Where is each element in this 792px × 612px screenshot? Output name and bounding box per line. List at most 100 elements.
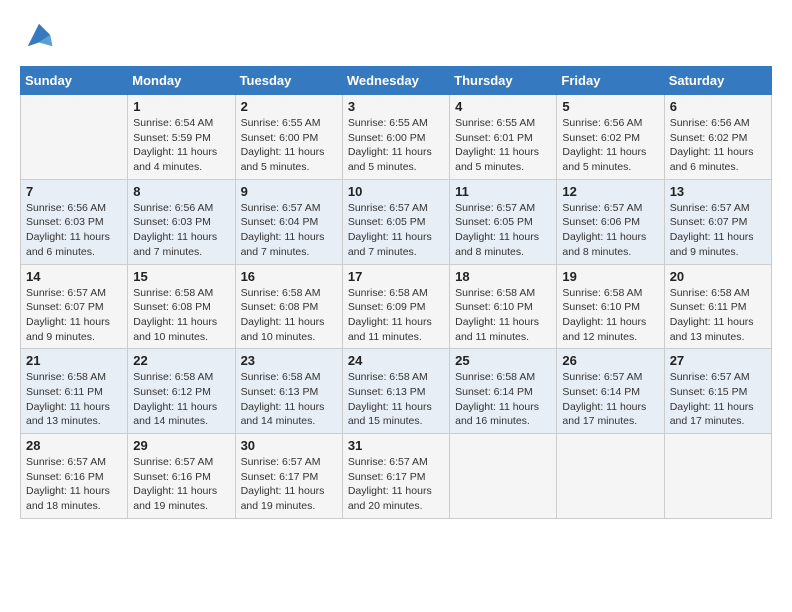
calendar-cell: 13Sunrise: 6:57 AM Sunset: 6:07 PM Dayli… (664, 179, 771, 264)
calendar-cell: 17 Sunrise: 6:58 AM Sunset: 6:09 PM Dayli… (342, 264, 449, 349)
day-number: 29 (133, 438, 229, 453)
calendar-week-row: 21 Sunrise: 6:58 AM Sunset: 6:11 PM Dayli… (21, 349, 772, 434)
calendar-week-row: 14 Sunrise: 6:57 AM Sunset: 6:07 PM Dayli… (21, 264, 772, 349)
day-number: 21 (26, 353, 122, 368)
calendar-cell: 25 Sunrise: 6:58 AM Sunset: 6:14 PM Dayli… (450, 349, 557, 434)
logo (20, 20, 54, 50)
day-number: 9 (241, 184, 337, 199)
calendar-cell: 11Sunrise: 6:57 AM Sunset: 6:05 PM Dayli… (450, 179, 557, 264)
calendar-cell: 31Sunrise: 6:57 AM Sunset: 6:17 PM Dayli… (342, 434, 449, 519)
day-number: 8 (133, 184, 229, 199)
calendar-cell: 29 Sunrise: 6:57 AM Sunset: 6:16 PM Dayli… (128, 434, 235, 519)
calendar-week-row: 7 Sunrise: 6:56 AM Sunset: 6:03 PM Daylig… (21, 179, 772, 264)
calendar-cell: 5 Sunrise: 6:56 AM Sunset: 6:02 PM Daylig… (557, 95, 664, 180)
logo-icon (24, 20, 54, 50)
day-number: 23 (241, 353, 337, 368)
day-info: Sunrise: 6:57 AM Sunset: 6:16 PM Dayligh… (26, 455, 122, 514)
day-info: Sunrise: 6:55 AM Sunset: 6:00 PM Dayligh… (348, 116, 444, 175)
day-info: Sunrise: 6:57 AM Sunset: 6:16 PM Dayligh… (133, 455, 229, 514)
calendar-cell: 26 Sunrise: 6:57 AM Sunset: 6:14 PM Dayli… (557, 349, 664, 434)
calendar-cell (21, 95, 128, 180)
day-info: Sunrise: 6:57 AM Sunset: 6:04 PM Dayligh… (241, 201, 337, 260)
day-number: 14 (26, 269, 122, 284)
calendar-cell: 9 Sunrise: 6:57 AM Sunset: 6:04 PM Daylig… (235, 179, 342, 264)
calendar-cell: 14 Sunrise: 6:57 AM Sunset: 6:07 PM Dayli… (21, 264, 128, 349)
day-number: 22 (133, 353, 229, 368)
day-number: 17 (348, 269, 444, 284)
day-info: Sunrise: 6:56 AM Sunset: 6:03 PM Dayligh… (26, 201, 122, 260)
day-info: Sunrise: 6:55 AM Sunset: 6:01 PM Dayligh… (455, 116, 551, 175)
day-number: 27 (670, 353, 766, 368)
calendar-cell: 28 Sunrise: 6:57 AM Sunset: 6:16 PM Dayli… (21, 434, 128, 519)
day-info: Sunrise: 6:57 AM Sunset: 6:07 PM Dayligh… (26, 286, 122, 345)
day-number: 6 (670, 99, 766, 114)
weekday-header-thursday: Thursday (450, 67, 557, 95)
day-number: 25 (455, 353, 551, 368)
weekday-header-row: SundayMondayTuesdayWednesdayThursdayFrid… (21, 67, 772, 95)
weekday-header-friday: Friday (557, 67, 664, 95)
day-number: 12 (562, 184, 658, 199)
calendar-cell: 19Sunrise: 6:58 AM Sunset: 6:10 PM Dayli… (557, 264, 664, 349)
weekday-header-sunday: Sunday (21, 67, 128, 95)
calendar-table: SundayMondayTuesdayWednesdayThursdayFrid… (20, 66, 772, 519)
day-number: 28 (26, 438, 122, 453)
calendar-week-row: 1 Sunrise: 6:54 AM Sunset: 5:59 PM Daylig… (21, 95, 772, 180)
day-number: 5 (562, 99, 658, 114)
day-info: Sunrise: 6:56 AM Sunset: 6:03 PM Dayligh… (133, 201, 229, 260)
calendar-cell: 3 Sunrise: 6:55 AM Sunset: 6:00 PM Daylig… (342, 95, 449, 180)
calendar-cell: 18 Sunrise: 6:58 AM Sunset: 6:10 PM Dayli… (450, 264, 557, 349)
calendar-cell: 15 Sunrise: 6:58 AM Sunset: 6:08 PM Dayli… (128, 264, 235, 349)
day-number: 1 (133, 99, 229, 114)
calendar-cell: 8 Sunrise: 6:56 AM Sunset: 6:03 PM Daylig… (128, 179, 235, 264)
day-info: Sunrise: 6:58 AM Sunset: 6:08 PM Dayligh… (241, 286, 337, 345)
calendar-cell: 22 Sunrise: 6:58 AM Sunset: 6:12 PM Dayli… (128, 349, 235, 434)
calendar-cell: 1 Sunrise: 6:54 AM Sunset: 5:59 PM Daylig… (128, 95, 235, 180)
calendar-cell: 20 Sunrise: 6:58 AM Sunset: 6:11 PM Dayli… (664, 264, 771, 349)
day-info: Sunrise: 6:57 AM Sunset: 6:06 PM Dayligh… (562, 201, 658, 260)
day-info: Sunrise: 6:57 AM Sunset: 6:15 PM Dayligh… (670, 370, 766, 429)
day-info: Sunrise: 6:58 AM Sunset: 6:12 PM Dayligh… (133, 370, 229, 429)
calendar-cell: 12 Sunrise: 6:57 AM Sunset: 6:06 PM Dayli… (557, 179, 664, 264)
day-number: 10 (348, 184, 444, 199)
calendar-cell: 21 Sunrise: 6:58 AM Sunset: 6:11 PM Dayli… (21, 349, 128, 434)
day-info: Sunrise: 6:57 AM Sunset: 6:17 PM Dayligh… (348, 455, 444, 514)
day-number: 11 (455, 184, 551, 199)
day-number: 20 (670, 269, 766, 284)
day-info: Sunrise: 6:54 AM Sunset: 5:59 PM Dayligh… (133, 116, 229, 175)
day-info: Sunrise: 6:58 AM Sunset: 6:10 PM Dayligh… (562, 286, 658, 345)
day-info: Sunrise: 6:58 AM Sunset: 6:11 PM Dayligh… (670, 286, 766, 345)
calendar-cell: 6 Sunrise: 6:56 AM Sunset: 6:02 PM Daylig… (664, 95, 771, 180)
weekday-header-monday: Monday (128, 67, 235, 95)
weekday-header-saturday: Saturday (664, 67, 771, 95)
day-number: 3 (348, 99, 444, 114)
day-info: Sunrise: 6:58 AM Sunset: 6:10 PM Dayligh… (455, 286, 551, 345)
day-number: 30 (241, 438, 337, 453)
day-number: 7 (26, 184, 122, 199)
day-info: Sunrise: 6:58 AM Sunset: 6:14 PM Dayligh… (455, 370, 551, 429)
day-number: 4 (455, 99, 551, 114)
page-header (20, 20, 772, 50)
calendar-cell: 16 Sunrise: 6:58 AM Sunset: 6:08 PM Dayli… (235, 264, 342, 349)
day-info: Sunrise: 6:57 AM Sunset: 6:05 PM Dayligh… (348, 201, 444, 260)
day-number: 24 (348, 353, 444, 368)
day-info: Sunrise: 6:56 AM Sunset: 6:02 PM Dayligh… (670, 116, 766, 175)
day-info: Sunrise: 6:57 AM Sunset: 6:14 PM Dayligh… (562, 370, 658, 429)
day-number: 18 (455, 269, 551, 284)
day-number: 16 (241, 269, 337, 284)
day-number: 15 (133, 269, 229, 284)
day-info: Sunrise: 6:56 AM Sunset: 6:02 PM Dayligh… (562, 116, 658, 175)
day-info: Sunrise: 6:58 AM Sunset: 6:08 PM Dayligh… (133, 286, 229, 345)
calendar-cell: 23Sunrise: 6:58 AM Sunset: 6:13 PM Dayli… (235, 349, 342, 434)
day-number: 26 (562, 353, 658, 368)
calendar-cell: 30 Sunrise: 6:57 AM Sunset: 6:17 PM Dayli… (235, 434, 342, 519)
calendar-cell: 4 Sunrise: 6:55 AM Sunset: 6:01 PM Daylig… (450, 95, 557, 180)
day-info: Sunrise: 6:57 AM Sunset: 6:17 PM Dayligh… (241, 455, 337, 514)
calendar-week-row: 28 Sunrise: 6:57 AM Sunset: 6:16 PM Dayli… (21, 434, 772, 519)
day-info: Sunrise: 6:58 AM Sunset: 6:11 PM Dayligh… (26, 370, 122, 429)
day-number: 2 (241, 99, 337, 114)
weekday-header-tuesday: Tuesday (235, 67, 342, 95)
calendar-cell: 10 Sunrise: 6:57 AM Sunset: 6:05 PM Dayli… (342, 179, 449, 264)
calendar-cell: 24Sunrise: 6:58 AM Sunset: 6:13 PM Dayli… (342, 349, 449, 434)
day-info: Sunrise: 6:58 AM Sunset: 6:09 PM Dayligh… (348, 286, 444, 345)
calendar-cell: 2Sunrise: 6:55 AM Sunset: 6:00 PM Daylig… (235, 95, 342, 180)
